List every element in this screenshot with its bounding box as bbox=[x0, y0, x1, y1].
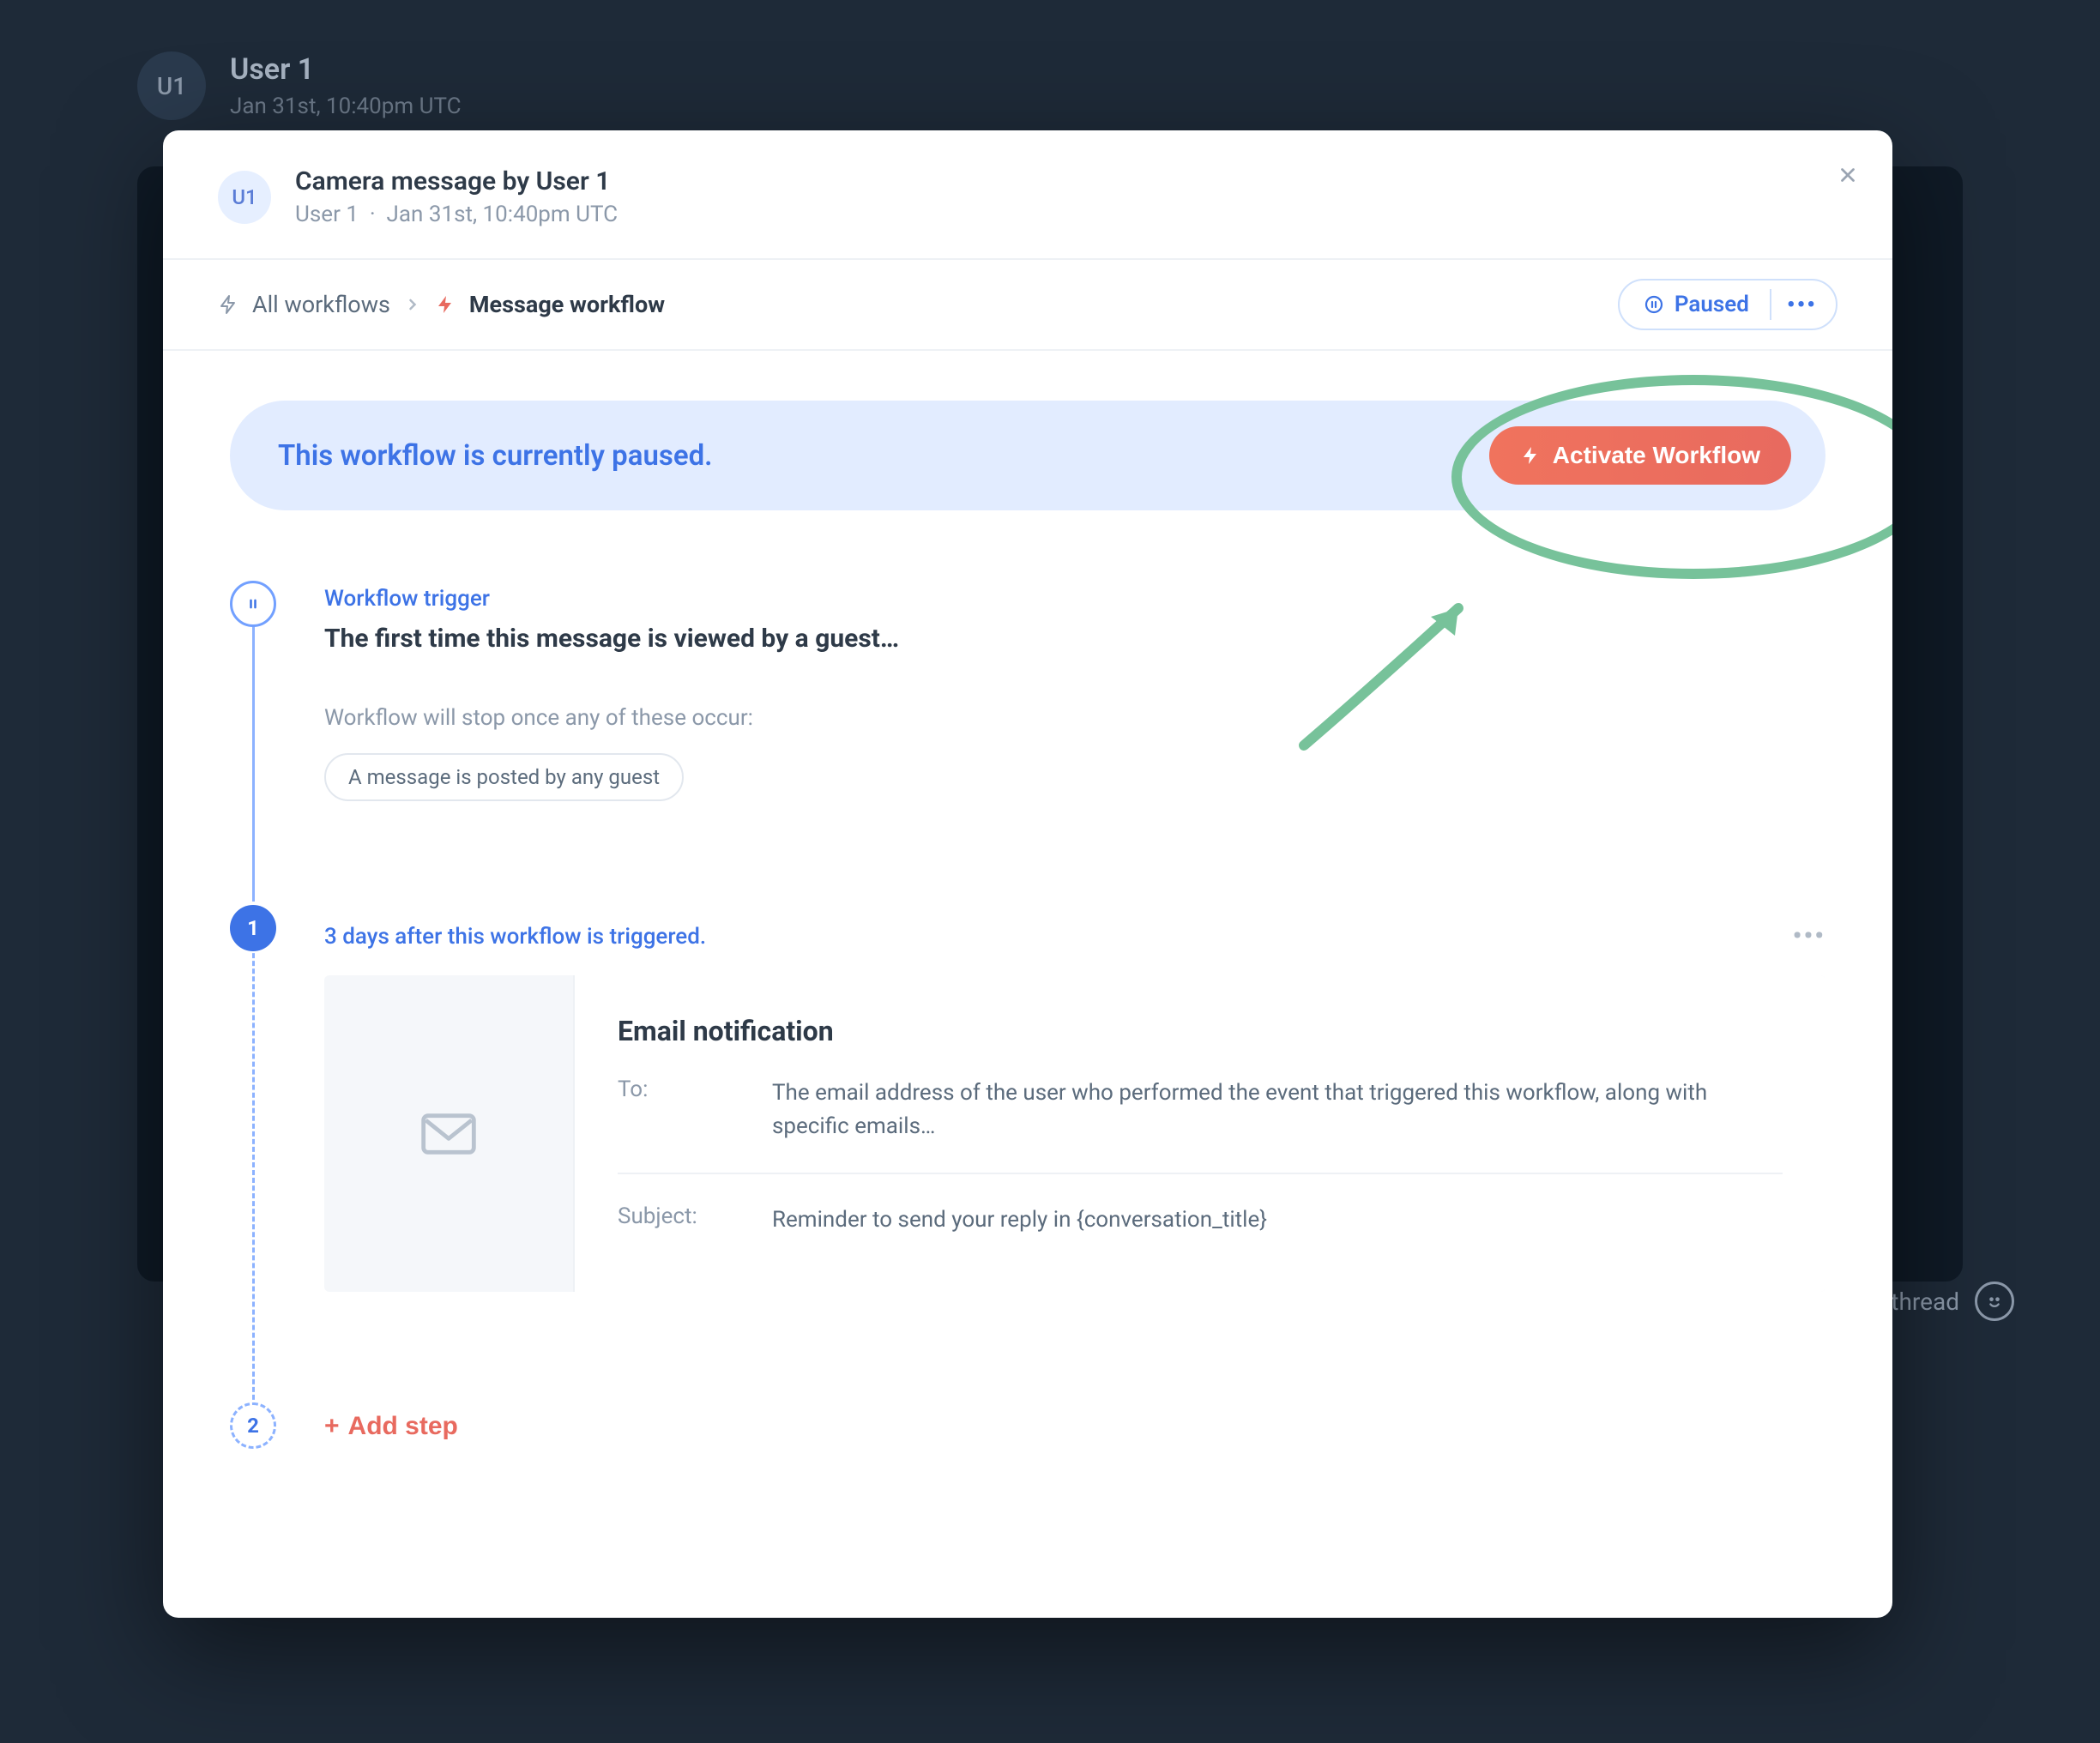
mail-icon bbox=[324, 975, 573, 1292]
step-1-more-button[interactable]: ••• bbox=[1793, 921, 1825, 951]
smile-icon bbox=[1975, 1282, 2014, 1321]
workflow-modal: U1 Camera message by User 1 User 1 · Jan… bbox=[163, 130, 1892, 1618]
trigger-block[interactable]: Workflow trigger The first time this mes… bbox=[324, 586, 1825, 801]
add-step-label: Add step bbox=[348, 1412, 458, 1441]
breadcrumb-all-workflows[interactable]: All workflows bbox=[252, 291, 390, 318]
trigger-condition-chip[interactable]: A message is posted by any guest bbox=[324, 753, 684, 801]
timeline-node-trigger bbox=[230, 581, 276, 627]
subject-value: Reminder to send your reply in {conversa… bbox=[772, 1203, 1783, 1237]
trigger-stop-desc: Workflow will stop once any of these occ… bbox=[324, 705, 1825, 731]
pause-small-icon bbox=[244, 595, 262, 612]
breadcrumb-row: All workflows Message workflow Paused ••… bbox=[163, 260, 1892, 351]
activate-workflow-button[interactable]: Activate Workflow bbox=[1489, 426, 1791, 485]
ellipsis-icon: ••• bbox=[1787, 291, 1817, 318]
bolt-red-icon bbox=[435, 294, 456, 315]
to-label: To: bbox=[618, 1077, 772, 1143]
step-card-title: Email notification bbox=[618, 1015, 1783, 1047]
bg-user-date: Jan 31st, 10:40pm UTC bbox=[230, 93, 462, 119]
trigger-label: Workflow trigger bbox=[324, 586, 1825, 612]
modal-title: Camera message by User 1 bbox=[295, 166, 618, 196]
bg-user-name: User 1 bbox=[230, 52, 462, 87]
bolt-icon bbox=[218, 294, 238, 315]
status-group: Paused ••• bbox=[1618, 279, 1838, 330]
status-label: Paused bbox=[1675, 292, 1749, 317]
to-value: The email address of the user who perfor… bbox=[772, 1077, 1783, 1143]
status-more-button[interactable]: ••• bbox=[1777, 286, 1827, 323]
modal-header: U1 Camera message by User 1 User 1 · Jan… bbox=[163, 130, 1892, 260]
status-pill[interactable]: Paused bbox=[1628, 286, 1765, 323]
trigger-title: The first time this message is viewed by… bbox=[324, 624, 1825, 654]
plus-icon: + bbox=[324, 1412, 340, 1441]
bg-avatar: U1 bbox=[137, 51, 206, 120]
chevron-right-icon bbox=[404, 296, 421, 313]
paused-banner: This workflow is currently paused. Activ… bbox=[230, 401, 1825, 510]
breadcrumb: All workflows Message workflow bbox=[218, 291, 665, 318]
activate-label: Activate Workflow bbox=[1553, 442, 1760, 469]
status-divider bbox=[1770, 289, 1771, 320]
bg-thread-label: t thread bbox=[1877, 1282, 2014, 1321]
timeline-line-dashed bbox=[252, 922, 255, 1423]
step-1-block: 3 days after this workflow is triggered.… bbox=[324, 921, 1825, 1292]
modal-body: This workflow is currently paused. Activ… bbox=[163, 351, 1892, 1618]
add-step-block: + Add step bbox=[324, 1412, 1825, 1441]
ellipsis-icon: ••• bbox=[1793, 921, 1825, 951]
timeline-node-2: 2 bbox=[230, 1402, 276, 1449]
add-step-button[interactable]: + Add step bbox=[324, 1412, 458, 1441]
modal-avatar: U1 bbox=[218, 171, 271, 224]
pause-icon bbox=[1644, 294, 1664, 315]
modal-subtitle: User 1 · Jan 31st, 10:40pm UTC bbox=[295, 202, 618, 227]
bg-user-header: U1 User 1 Jan 31st, 10:40pm UTC bbox=[137, 51, 1963, 120]
close-icon bbox=[1837, 164, 1859, 186]
workflow-timeline: 1 2 Workflow trigger The first time this… bbox=[230, 586, 1825, 1441]
email-notification-card[interactable]: Email notification To: The email address… bbox=[324, 975, 1825, 1292]
banner-text: This workflow is currently paused. bbox=[278, 439, 713, 473]
subject-label: Subject: bbox=[618, 1203, 772, 1237]
breadcrumb-current: Message workflow bbox=[469, 291, 665, 318]
timeline-line-solid bbox=[252, 617, 255, 902]
step-1-label: 3 days after this workflow is triggered. bbox=[324, 924, 706, 950]
bolt-white-icon bbox=[1520, 445, 1541, 466]
close-button[interactable] bbox=[1831, 158, 1865, 192]
timeline-node-1: 1 bbox=[230, 905, 276, 951]
